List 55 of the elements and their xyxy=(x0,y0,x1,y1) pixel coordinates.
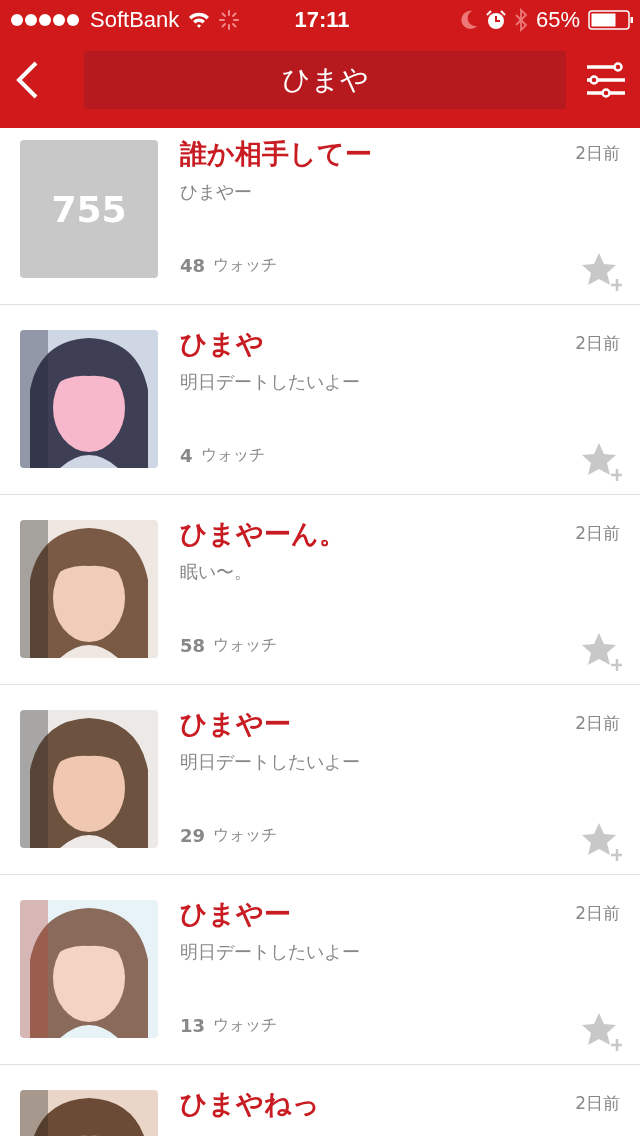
post-message: 明日デートしたいよー xyxy=(180,750,361,774)
watch-count: 29 xyxy=(180,824,206,846)
post-date: 2日前 xyxy=(575,1092,620,1115)
add-favorite-button[interactable] xyxy=(582,1012,622,1052)
post-date: 2日前 xyxy=(575,712,620,735)
activity-icon xyxy=(219,10,240,30)
star-plus-icon xyxy=(582,822,622,862)
filter-icon xyxy=(587,61,625,99)
post-date: 2日前 xyxy=(575,332,620,355)
battery-percent: 65% xyxy=(535,7,580,33)
post-message: 明日デートしたいよー xyxy=(180,370,361,394)
post-date: 2日前 xyxy=(575,902,620,925)
post-title: ひまやねっ xyxy=(180,1087,320,1121)
watch-label: ウォッチ xyxy=(213,254,278,276)
post-row[interactable]: ひまや 2日前 明日デートしたいよー 4 ウォッチ xyxy=(0,305,640,495)
post-row[interactable]: ひまやーん。 2日前 眠い〜。 58 ウォッチ xyxy=(0,495,640,685)
watch-count: 13 xyxy=(180,1014,206,1036)
watch-label: ウォッチ xyxy=(213,824,278,846)
star-plus-icon xyxy=(582,1012,622,1052)
post-title: ひまやーん。 xyxy=(180,517,346,551)
watch-label: ウォッチ xyxy=(213,634,278,656)
post-date: 2日前 xyxy=(575,522,620,545)
add-favorite-button[interactable] xyxy=(582,252,622,292)
alarm-icon xyxy=(485,10,506,30)
post-date: 2日前 xyxy=(575,142,620,165)
watch-label: ウォッチ xyxy=(200,444,265,466)
post-row[interactable]: ひまやー 2日前 明日デートしたいよー 13 ウォッチ xyxy=(0,875,640,1065)
back-icon xyxy=(14,60,40,100)
clock-time: 17:11 xyxy=(294,7,350,33)
watch-count: 4 xyxy=(180,444,193,466)
post-row[interactable]: ひまやー 2日前 明日デートしたいよー 29 ウォッチ xyxy=(0,685,640,875)
bluetooth-icon xyxy=(513,8,528,32)
post-message: 明日デートしたいよー xyxy=(180,940,361,964)
search-field[interactable]: ひまや xyxy=(84,51,566,109)
carrier-name: SoftBank xyxy=(90,7,180,33)
post-title: 誰か相手してー xyxy=(180,137,372,171)
watch-count: 48 xyxy=(180,254,206,276)
star-plus-icon xyxy=(582,252,622,292)
add-favorite-button[interactable] xyxy=(582,822,622,862)
watch-label: ウォッチ xyxy=(213,1014,278,1036)
watch-count: 58 xyxy=(180,634,206,656)
post-row[interactable]: ひまやねっ 2日前 xyxy=(0,1065,640,1136)
post-title: ひまやー xyxy=(180,897,291,931)
post-title: ひまやー xyxy=(180,707,291,741)
add-favorite-button[interactable] xyxy=(582,632,622,672)
star-plus-icon xyxy=(582,632,622,672)
post-message: 眠い〜。 xyxy=(180,560,253,584)
add-favorite-button[interactable] xyxy=(582,442,622,482)
battery-icon xyxy=(588,10,634,30)
post-message: ひまやー xyxy=(180,180,253,204)
signal-icon xyxy=(10,13,82,27)
moon-icon xyxy=(459,10,478,30)
post-title: ひまや xyxy=(180,327,264,361)
wifi-icon xyxy=(187,11,212,29)
star-plus-icon xyxy=(582,442,622,482)
